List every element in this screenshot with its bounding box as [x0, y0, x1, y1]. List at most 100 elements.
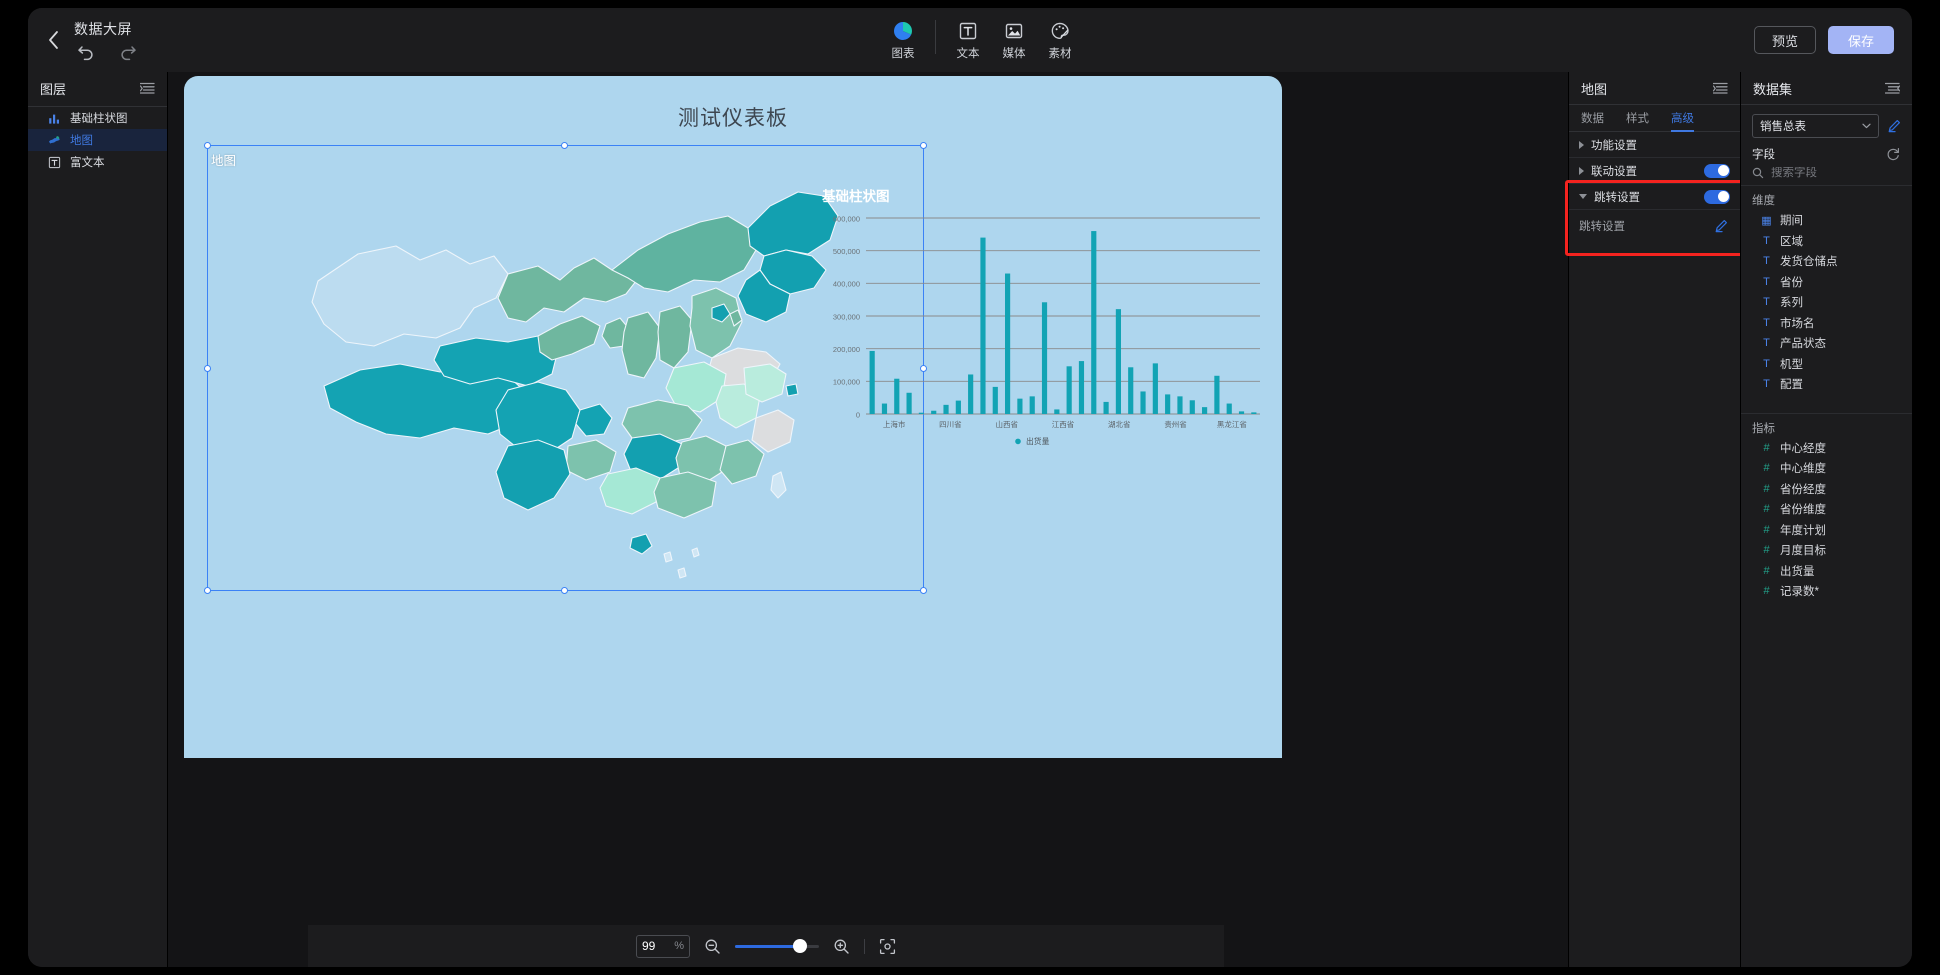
measures-list: # 中心经度 # 中心维度 # 省份经度 # 省份维度 # 年度计划 # 月度目标 # 出货量 # 记录数*	[1741, 438, 1912, 602]
refresh-icon[interactable]	[1886, 147, 1900, 161]
tab-style[interactable]: 样式	[1626, 105, 1649, 132]
properties-panel: 地图 数据 样式 高级 功能设置 联动设置 跳转设置 跳转设置	[1565, 72, 1747, 967]
layer-item-map[interactable]: 地图	[28, 129, 167, 151]
search-input[interactable]	[1771, 167, 1912, 179]
dataset-panel: 数据集 销售总表 字段 搜索字段 维度 ▦ 期间 T 区域 T 发货仓储点 T …	[1740, 72, 1912, 967]
resize-handle-top-left[interactable]	[204, 142, 211, 149]
resize-handle-top-right[interactable]	[920, 142, 927, 149]
svg-text:江西省: 江西省	[1052, 419, 1075, 429]
field-search-row[interactable]	[1741, 164, 1912, 186]
layer-item-bar-chart[interactable]: 基础柱状图	[28, 107, 167, 129]
field-label: 配置	[1780, 379, 1803, 392]
list-collapse-icon[interactable]	[1885, 82, 1900, 94]
tool-text[interactable]: 文本	[945, 18, 991, 61]
field-label: 发货仓储点	[1780, 256, 1838, 269]
number-field-icon: #	[1763, 544, 1770, 557]
text-field-icon: T	[1763, 337, 1770, 350]
number-field-icon: #	[1763, 462, 1770, 475]
pencil-icon[interactable]	[1887, 119, 1901, 133]
resize-handle-bottom-center[interactable]	[561, 587, 568, 594]
dashboard-title: 测试仪表板	[678, 107, 788, 130]
field-label: 产品状态	[1780, 338, 1826, 351]
map-icon	[49, 135, 60, 144]
svg-text:300,000: 300,000	[833, 312, 860, 321]
field-label: 省份维度	[1780, 504, 1826, 517]
dimension-field[interactable]: T 市场名	[1741, 313, 1912, 334]
layer-label: 基础柱状图	[70, 113, 128, 125]
back-button[interactable]	[38, 25, 68, 55]
resize-handle-middle-left[interactable]	[204, 365, 211, 372]
field-label: 省份经度	[1780, 483, 1826, 496]
measure-field[interactable]: # 出货量	[1741, 561, 1912, 582]
field-label: 机型	[1780, 358, 1803, 371]
redo-button[interactable]	[118, 42, 138, 62]
tool-chart-label: 图表	[891, 48, 915, 60]
zoom-out-icon[interactable]	[704, 938, 721, 955]
dataset-title: 数据集	[1753, 81, 1793, 97]
chevron-right-icon	[1579, 166, 1584, 175]
measure-field[interactable]: # 月度目标	[1741, 540, 1912, 561]
resize-handle-bottom-right[interactable]	[920, 587, 927, 594]
list-collapse-icon[interactable]	[140, 82, 155, 94]
section-linkage-settings[interactable]: 联动设置	[1569, 158, 1740, 184]
zoom-slider-knob[interactable]	[793, 939, 807, 953]
zoom-input[interactable]: 99 %	[636, 934, 690, 958]
tab-data[interactable]: 数据	[1581, 105, 1604, 132]
field-label: 记录数*	[1780, 586, 1819, 599]
dimensions-list: ▦ 期间 T 区域 T 发货仓储点 T 省份 T 系列 T 市场名 T 产品状态 T 机型 T 配置	[1741, 210, 1912, 395]
preview-button[interactable]: 预览	[1753, 26, 1816, 54]
measure-field[interactable]: # 中心经度	[1741, 438, 1912, 459]
measure-field[interactable]: # 年度计划	[1741, 520, 1912, 541]
dashboard-canvas[interactable]: 测试仪表板 地图 基础柱状图 0 100,000 200,000 300,000…	[184, 76, 1282, 758]
text-field-icon: T	[1763, 357, 1770, 370]
dimension-field[interactable]: T 发货仓储点	[1741, 251, 1912, 272]
dimension-field[interactable]: T 配置	[1741, 374, 1912, 395]
section-function-settings[interactable]: 功能设置	[1569, 132, 1740, 158]
number-field-icon: #	[1763, 523, 1770, 536]
tool-chart[interactable]: 图表	[880, 18, 926, 61]
tool-media[interactable]: 媒体	[991, 18, 1037, 61]
bar-chart-plot[interactable]: 0 100,000 200,000 300,000 400,000 500,000 600,…	[814, 196, 1266, 466]
undo-button[interactable]	[76, 42, 96, 62]
dimension-field[interactable]: T 机型	[1741, 354, 1912, 375]
field-label: 中心维度	[1780, 463, 1826, 476]
bar-chart-widget[interactable]: 基础柱状图 0 100,000 200,000 300,000 400,000 500,0…	[814, 189, 1266, 466]
measures-label: 指标	[1752, 422, 1775, 435]
zoom-in-icon[interactable]	[833, 938, 850, 955]
measure-field[interactable]: # 中心维度	[1741, 458, 1912, 479]
fit-screen-icon[interactable]	[879, 938, 896, 955]
tool-asset[interactable]: 素材	[1037, 18, 1083, 61]
layers-header: 图层	[28, 72, 167, 104]
pencil-icon[interactable]	[1714, 219, 1728, 233]
dimension-field[interactable]: T 系列	[1741, 292, 1912, 313]
fields-header: 字段	[1741, 143, 1912, 164]
top-bar: 数据大屏 图表 文本 媒体 素材 预览 保存	[28, 8, 1912, 72]
linkage-toggle[interactable]	[1704, 163, 1730, 178]
dimension-field[interactable]: T 产品状态	[1741, 333, 1912, 354]
dimension-field[interactable]: T 区域	[1741, 231, 1912, 252]
section-jump-settings[interactable]: 跳转设置	[1569, 184, 1740, 210]
layer-item-rich-text[interactable]: 富文本	[28, 151, 167, 173]
dataset-select[interactable]: 销售总表	[1752, 114, 1879, 138]
measure-field[interactable]: # 省份维度	[1741, 499, 1912, 520]
list-collapse-icon[interactable]	[1713, 82, 1728, 94]
map-widget-label: 地图	[211, 154, 237, 168]
svg-text:200,000: 200,000	[833, 345, 860, 354]
save-button[interactable]: 保存	[1827, 26, 1894, 54]
chevron-right-icon	[1579, 140, 1584, 149]
resize-handle-bottom-left[interactable]	[204, 587, 211, 594]
measure-field[interactable]: # 记录数*	[1741, 581, 1912, 602]
measure-field[interactable]: # 省份经度	[1741, 479, 1912, 500]
resize-handle-top-center[interactable]	[561, 142, 568, 149]
jump-toggle[interactable]	[1704, 189, 1730, 204]
zoom-slider-fill	[735, 944, 799, 948]
dimension-field[interactable]: ▦ 期间	[1741, 210, 1912, 231]
jump-settings-row[interactable]: 跳转设置	[1569, 210, 1740, 242]
text-icon	[959, 22, 977, 40]
canvas-viewport[interactable]: 测试仪表板 地图 基础柱状图 0 100,000 200,000 300,000…	[168, 72, 1568, 967]
zoom-slider[interactable]	[735, 939, 819, 953]
tool-asset-label: 素材	[1048, 48, 1072, 60]
insert-toolbar: 图表 文本 媒体 素材	[880, 18, 1083, 61]
dimension-field[interactable]: T 省份	[1741, 272, 1912, 293]
tab-advanced[interactable]: 高级	[1671, 105, 1694, 132]
